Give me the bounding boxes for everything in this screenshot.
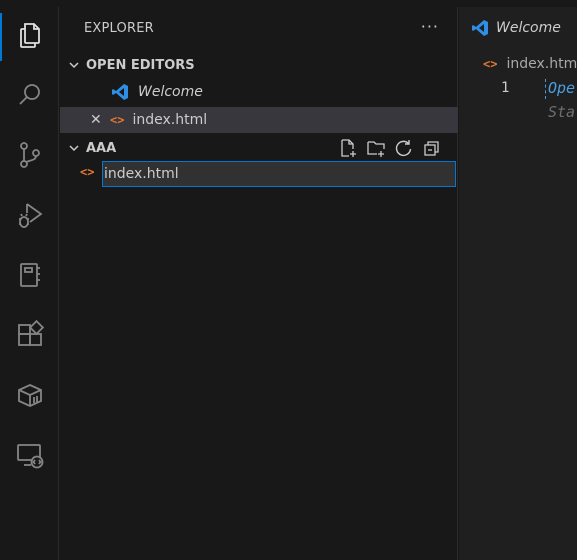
code-line-2[interactable]: Sta	[548, 103, 575, 121]
activity-bar	[0, 7, 59, 560]
source-control-icon	[15, 140, 45, 174]
open-editor-index-html-label: index.html	[132, 112, 208, 128]
folder-actions	[338, 138, 442, 158]
remote-monitor-icon	[15, 440, 45, 474]
open-editor-index-html[interactable]: ✕ <> index.html	[60, 107, 458, 133]
vscode-icon	[470, 18, 490, 38]
refresh-icon[interactable]	[394, 138, 414, 158]
new-file-row: <>	[60, 160, 458, 188]
code-line-1[interactable]: Ope	[548, 79, 575, 97]
explorer-activity-button[interactable]	[0, 13, 59, 61]
open-editors-section-header[interactable]: OPEN EDITORS	[60, 52, 458, 78]
line-number: 1	[501, 80, 510, 96]
vscode-icon	[110, 82, 130, 102]
source-control-activity-button[interactable]	[0, 133, 59, 181]
search-activity-button[interactable]	[0, 73, 59, 121]
breadcrumb[interactable]: <> index.htm	[483, 56, 577, 72]
run-debug-activity-button[interactable]	[0, 193, 59, 241]
remote-explorer-activity-button[interactable]	[0, 433, 59, 481]
tab-welcome[interactable]: Welcome	[459, 7, 577, 49]
close-icon[interactable]: ✕	[90, 112, 110, 128]
notebook-icon	[15, 260, 45, 294]
run-debug-icon	[15, 200, 45, 234]
files-icon	[15, 20, 45, 54]
package-box-icon	[15, 380, 45, 414]
explorer-sidebar: EXPLORER ··· OPEN EDITORS Welcome ✕ <> i…	[60, 7, 458, 560]
tab-welcome-label: Welcome	[496, 20, 561, 36]
new-file-icon[interactable]	[338, 138, 358, 158]
chevron-down-icon	[62, 58, 86, 72]
folder-label: AAA	[86, 140, 117, 156]
open-editors-label: OPEN EDITORS	[86, 57, 195, 73]
extensions-icon	[15, 319, 45, 354]
html-file-icon: <>	[80, 165, 95, 179]
notebook-activity-button[interactable]	[0, 253, 59, 301]
collapse-all-icon[interactable]	[422, 138, 442, 158]
explorer-title: EXPLORER	[84, 21, 154, 36]
containers-activity-button[interactable]	[0, 373, 59, 421]
filename-input[interactable]	[102, 161, 456, 187]
more-actions-button[interactable]: ···	[421, 17, 439, 36]
tab-bar: Welcome	[459, 7, 577, 49]
html-file-icon: <>	[483, 57, 498, 71]
editor-area: Welcome <> index.htm 1 Ope Sta	[459, 7, 577, 560]
breadcrumb-file-label: index.htm	[506, 56, 577, 72]
chevron-down-icon	[62, 141, 86, 155]
extensions-activity-button[interactable]	[0, 313, 59, 361]
html-file-icon: <>	[110, 113, 125, 127]
search-icon	[15, 80, 45, 114]
new-folder-icon[interactable]	[366, 138, 386, 158]
open-editor-welcome[interactable]: Welcome	[60, 79, 458, 105]
title-bar-strip	[0, 0, 577, 7]
text-cursor	[545, 79, 547, 99]
folder-section-header[interactable]: AAA	[60, 135, 458, 161]
open-editor-welcome-label: Welcome	[138, 84, 203, 100]
